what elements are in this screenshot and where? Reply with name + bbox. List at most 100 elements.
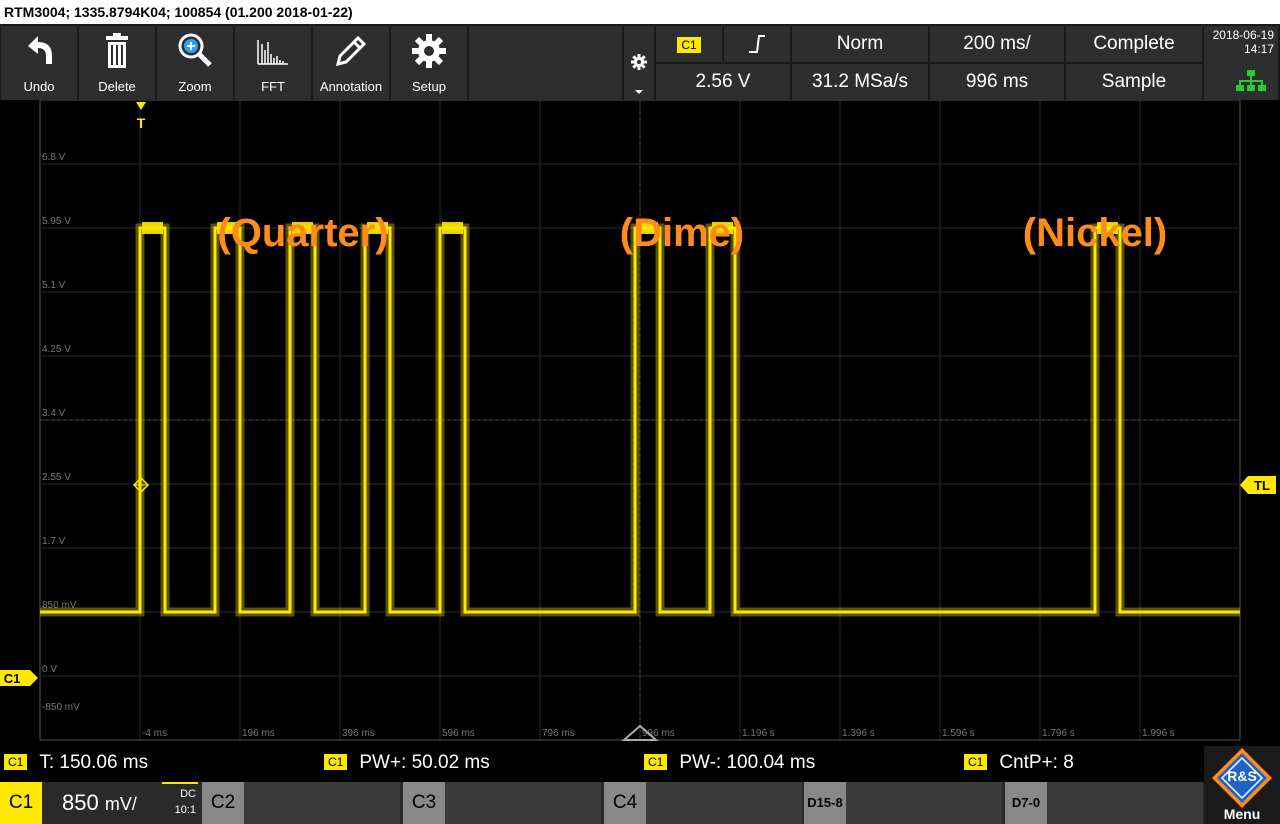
y-tick-label: 4.25 V — [42, 344, 71, 355]
measurement-text: CntP+: 8 — [999, 752, 1074, 773]
datetime: 2018-06-19 14:17 — [1204, 26, 1278, 100]
x-axis-labels: -4 ms 196 ms 396 ms 596 ms 796 ms 996 ms 1.196… — [142, 728, 1175, 739]
fft-label: FFT — [261, 79, 285, 94]
annotation-text[interactable]: (Quarter) — [217, 211, 388, 255]
y-tick-label: 5.95 V — [42, 216, 71, 227]
y-tick-label: 1.7 V — [42, 536, 66, 547]
channel-tab-c1[interactable]: C1 850 mV/ DC 10:1 — [0, 782, 198, 824]
undo-icon — [28, 36, 52, 64]
channel-c4-name: C4 — [604, 782, 646, 824]
time: 14:17 — [1243, 42, 1274, 56]
x-tick-label: 1.396 s — [842, 728, 875, 739]
zoom-icon — [178, 33, 212, 67]
trigger-level[interactable]: 2.56 V — [656, 64, 790, 100]
x-tick-label: 796 ms — [542, 728, 575, 739]
waveform-display[interactable]: 6.8 V5.95 V5.1 V4.25 V3.4 V2.55 V1.7 V85… — [0, 100, 1280, 746]
x-tick-label: -4 ms — [142, 728, 167, 739]
trigger-position-marker[interactable]: T — [136, 102, 146, 131]
trace-pulse-high — [142, 222, 163, 234]
menu-button[interactable]: R&S Menu — [1204, 746, 1280, 824]
measurement-channel-badge: C1 — [644, 754, 668, 770]
annotation-button[interactable]: Annotation — [313, 26, 389, 100]
measurement-text: PW-: 100.04 ms — [679, 752, 816, 773]
channel-c1-probe: 10:1 — [174, 804, 196, 816]
channel-tab-d15-8[interactable]: D15-8 — [804, 782, 1002, 824]
acquisition-mode[interactable]: Sample — [1066, 64, 1202, 100]
y-tick-label: 3.4 V — [42, 408, 66, 419]
zoom-button[interactable]: Zoom — [157, 26, 233, 100]
x-tick-label: 1.196 s — [742, 728, 775, 739]
trigger-channel-badge: C1 — [677, 37, 701, 53]
sample-rate: 31.2 MSa/s — [792, 64, 928, 100]
y-tick-label: 5.1 V — [42, 280, 66, 291]
channel-c1-scale-unit: mV/ — [104, 794, 137, 814]
setup-button[interactable]: Setup — [391, 26, 467, 100]
date: 2018-06-19 — [1212, 28, 1274, 42]
undo-label: Undo — [23, 79, 55, 94]
trigger-level-marker[interactable]: TL — [1240, 476, 1276, 494]
channel-tab-c2[interactable]: C2 — [202, 782, 400, 824]
channel-d7-0-name: D7-0 — [1005, 782, 1047, 824]
zoom-label: Zoom — [178, 79, 212, 94]
trigger-slope[interactable] — [724, 26, 790, 62]
trigger-marker-label: T — [137, 115, 146, 131]
y-tick-label: 0 V — [42, 664, 57, 675]
channel-tab-c4[interactable]: C4 — [604, 782, 802, 824]
toolbar-empty-slot — [469, 26, 622, 100]
fft-icon — [257, 40, 288, 65]
y-tick-label: 6.8 V — [42, 152, 66, 163]
trace-pulse-high — [442, 222, 463, 234]
rising-edge-icon — [749, 35, 765, 53]
timebase[interactable]: 200 ms/ — [930, 26, 1064, 62]
x-tick-label: 596 ms — [442, 728, 475, 739]
undo-button[interactable]: Undo — [1, 26, 77, 100]
delete-label: Delete — [98, 79, 136, 94]
annotation-text[interactable]: (Dime) — [620, 211, 744, 255]
y-axis-labels: 6.8 V5.95 V5.1 V4.25 V3.4 V2.55 V1.7 V85… — [42, 152, 80, 713]
trash-icon — [106, 33, 128, 68]
acquisition-state[interactable]: Complete — [1066, 26, 1202, 62]
annotation-text[interactable]: (Nickel) — [1023, 211, 1168, 255]
channel-ground-marker-label: C1 — [4, 671, 21, 686]
measurement-neg-width[interactable]: C1 PW-: 100.04 ms — [644, 751, 815, 775]
channel-c1-scale-value: 850 — [62, 790, 99, 815]
measurement-channel-badge: C1 — [324, 754, 348, 770]
trigger-mode[interactable]: Norm — [792, 26, 928, 62]
title-bar: RTM3004; 1335.8794K04; 100854 (01.200 20… — [0, 0, 1280, 24]
x-tick-label: 396 ms — [342, 728, 375, 739]
measurement-text: PW+: 50.02 ms — [359, 752, 490, 773]
fft-button[interactable]: FFT — [235, 26, 311, 100]
measurement-pulse-count[interactable]: C1 CntP+: 8 — [964, 751, 1074, 775]
channel-tab-c3[interactable]: C3 — [403, 782, 601, 824]
channel-c1-coupling: DC — [180, 788, 196, 800]
pencil-icon — [335, 35, 367, 67]
settings-gear-icon — [631, 54, 647, 94]
record-time: 996 ms — [930, 64, 1064, 100]
trigger-channel[interactable]: C1 — [656, 26, 722, 62]
delete-button[interactable]: Delete — [79, 26, 155, 100]
setup-label: Setup — [412, 79, 446, 94]
trigger-settings-button[interactable] — [624, 26, 654, 100]
x-tick-label: 1.796 s — [1042, 728, 1075, 739]
channel-ground-marker[interactable]: C1 — [0, 670, 38, 686]
channel-d15-8-name: D15-8 — [804, 782, 846, 824]
measurement-text: T: 150.06 ms — [39, 752, 149, 773]
measurement-period[interactable]: C1 T: 150.06 ms — [4, 751, 148, 775]
channel-tab-d7-0[interactable]: D7-0 — [1005, 782, 1203, 824]
y-tick-label: 2.55 V — [42, 472, 71, 483]
channel-c2-name: C2 — [202, 782, 244, 824]
channel-c1-name: C1 — [0, 782, 42, 824]
annotations: (Quarter) (Dime) (Nickel) — [217, 211, 1167, 255]
annotation-label: Annotation — [319, 79, 383, 94]
measurement-channel-badge: C1 — [964, 754, 988, 770]
channel-c3-name: C3 — [403, 782, 445, 824]
measurement-pos-width[interactable]: C1 PW+: 50.02 ms — [324, 751, 490, 775]
menu-label: Menu — [1223, 806, 1261, 822]
graticule — [39, 100, 1241, 741]
x-tick-label: 196 ms — [242, 728, 275, 739]
x-tick-label: 1.596 s — [942, 728, 975, 739]
gear-icon — [412, 34, 446, 68]
measurement-channel-badge: C1 — [4, 754, 28, 770]
network-icon — [1236, 70, 1266, 91]
y-tick-label: -850 mV — [42, 702, 80, 713]
